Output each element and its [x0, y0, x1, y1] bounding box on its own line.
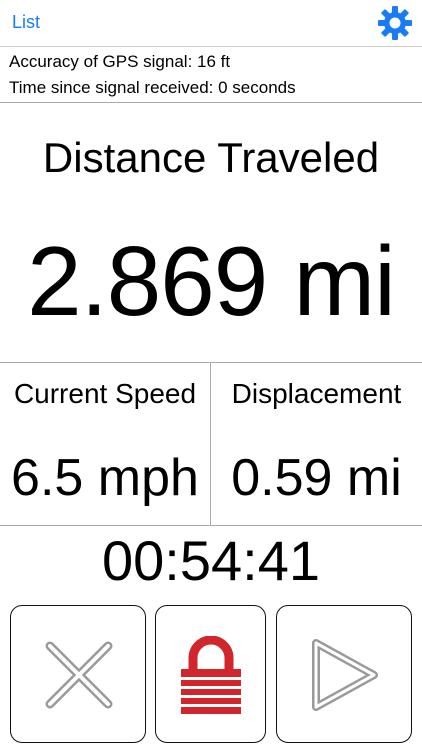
current-speed-label: Current Speed	[13, 378, 197, 409]
play-button[interactable]	[276, 605, 412, 743]
x-icon	[45, 641, 113, 709]
list-button[interactable]: List	[12, 12, 40, 33]
distance-label: Distance Traveled	[42, 134, 380, 181]
divider	[0, 102, 422, 103]
lock-button[interactable]	[155, 605, 266, 743]
divider	[0, 362, 422, 363]
gps-accuracy-text: Accuracy of GPS signal: 16 ft	[9, 52, 231, 71]
elapsed-timer: 00:54:41	[102, 529, 320, 592]
gear-icon[interactable]	[377, 5, 413, 41]
gps-info: Accuracy of GPS signal: 16 ft Time since…	[9, 49, 414, 101]
lock-icon	[181, 636, 241, 714]
displacement-value: 0.59 mi	[231, 449, 402, 507]
reset-button[interactable]	[10, 605, 146, 743]
distance-value: 2.869 mi	[27, 226, 396, 336]
navigation-bar: List	[0, 0, 422, 47]
gps-time-since-text: Time since signal received: 0 seconds	[9, 78, 296, 97]
displacement-label: Displacement	[231, 378, 402, 409]
current-speed-value: 6.5 mph	[11, 449, 199, 507]
play-icon	[312, 639, 378, 711]
